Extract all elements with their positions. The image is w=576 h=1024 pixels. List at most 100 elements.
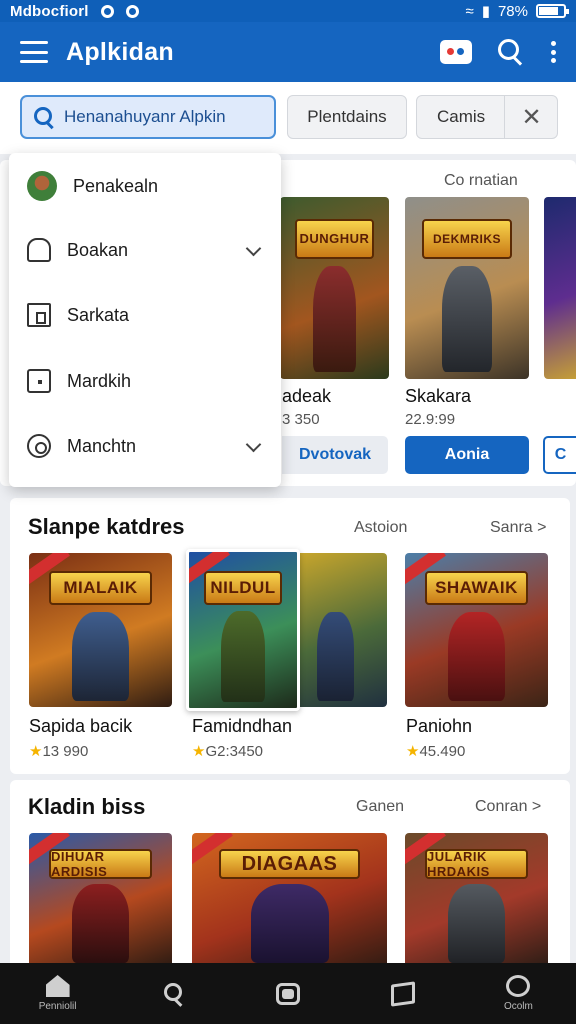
- dropdown-item-library[interactable]: Sarkata: [9, 285, 281, 345]
- battery-percent: 78%: [497, 2, 528, 20]
- avatar-icon: [27, 171, 57, 201]
- game-banner-text: DEKMRIKS: [422, 218, 512, 259]
- rating-value: 45.490: [419, 743, 466, 760]
- section-title: Kladin biss: [28, 794, 146, 819]
- game-banner-text: DIHUAR ARDISIS: [49, 849, 152, 879]
- box-icon: [27, 369, 51, 393]
- close-icon[interactable]: ✕: [504, 95, 558, 139]
- game-rating: ★G2:3450: [192, 742, 263, 760]
- library-icon: [391, 980, 416, 1007]
- star-icon: ★: [29, 743, 43, 760]
- character-art: [317, 611, 355, 701]
- rating-value: 13 990: [42, 743, 89, 760]
- nav-profile[interactable]: Ocolm: [461, 963, 576, 1024]
- game-thumbnail[interactable]: [294, 553, 387, 707]
- nav-home[interactable]: Penniolil: [0, 963, 115, 1024]
- dropdown-item-account[interactable]: Penakealn: [9, 156, 281, 216]
- game-thumbnail[interactable]: [544, 197, 576, 379]
- install-button[interactable]: C: [543, 436, 576, 474]
- game-price: 3 350: [282, 411, 320, 428]
- dropdown-item-settings[interactable]: Manchtn: [9, 416, 281, 476]
- dropdown-item-inbox[interactable]: Mardkih: [9, 351, 281, 411]
- app-bar: Aplkidan: [0, 22, 576, 82]
- chevron-down-icon: [245, 240, 262, 257]
- search-icon: [34, 107, 54, 127]
- section-link[interactable]: Astoion: [354, 519, 407, 537]
- search-query: Henanahuyanr Alpkin: [64, 107, 226, 126]
- nav-search[interactable]: [115, 963, 230, 1024]
- search-input[interactable]: Henanahuyanr Alpkin: [20, 95, 276, 139]
- game-title[interactable]: Famidndhan: [192, 716, 292, 737]
- game-thumbnail[interactable]: DEKMRIKS: [405, 197, 529, 379]
- character-art: [447, 884, 506, 963]
- bag-icon: [27, 303, 51, 327]
- section-link[interactable]: Ganen: [356, 798, 404, 816]
- install-button[interactable]: Dvotovak: [282, 436, 388, 474]
- character-art: [71, 884, 130, 963]
- more-vert-icon[interactable]: [550, 41, 556, 63]
- game-thumbnail[interactable]: DIAGAAS: [192, 833, 387, 968]
- apps-icon: [276, 982, 300, 1005]
- install-button[interactable]: Aoniа: [405, 436, 529, 474]
- search-row: Henanahuyanr Alpkin Plentdains Camis ✕: [0, 82, 576, 154]
- nav-label: Penniolil: [38, 1001, 77, 1012]
- character-art: [71, 611, 130, 701]
- character-art: [250, 884, 329, 963]
- bell-icon: [27, 238, 51, 262]
- dropdown-item-label: Sarkata: [67, 304, 130, 325]
- profile-icon: [506, 975, 531, 997]
- rating-value: G2:3450: [205, 743, 263, 760]
- game-title[interactable]: adeak: [282, 386, 331, 407]
- character-art: [442, 266, 492, 372]
- game-title[interactable]: Skakara: [405, 386, 471, 407]
- section-title: Slanpe katdres: [28, 514, 185, 539]
- game-banner-text: SHAWAIK: [425, 571, 528, 606]
- filter-chip-1[interactable]: Plentdains: [287, 95, 407, 139]
- nav-library[interactable]: [346, 963, 461, 1024]
- star-icon: ★: [192, 743, 206, 760]
- battery-level-fill: [539, 7, 558, 15]
- character-art: [447, 611, 506, 701]
- chevron-down-icon: [245, 436, 262, 453]
- game-thumbnail[interactable]: DUNGHUR: [280, 197, 389, 379]
- carrier-label: Mdbocfiorl: [10, 2, 89, 20]
- character-art: [221, 611, 265, 702]
- app-title: Aplkidan: [66, 37, 174, 66]
- game-banner-text: MIALAIK: [49, 571, 152, 606]
- game-rating: ★13 990: [29, 742, 88, 760]
- chat-icon[interactable]: [440, 40, 472, 64]
- game-banner-text: DUNGHUR: [295, 218, 374, 259]
- star-icon: ★: [406, 743, 420, 760]
- status-bar: Mdbocfiorl ≈ ▮ 78%: [0, 0, 576, 22]
- game-rating: ★45.490: [406, 742, 465, 760]
- game-thumbnail[interactable]: JULARIK HRDAKIS: [405, 833, 548, 968]
- search-icon: [161, 982, 185, 1005]
- see-more-link[interactable]: Conran >: [475, 798, 541, 816]
- nav-apps[interactable]: [230, 963, 345, 1024]
- search-icon[interactable]: [498, 39, 524, 65]
- notification-icon: [100, 4, 114, 18]
- game-title[interactable]: Sapida bacik: [29, 716, 132, 737]
- dropdown-item-notifications[interactable]: Boakan: [9, 220, 281, 280]
- game-thumbnail[interactable]: MIALAIK: [29, 553, 172, 707]
- filter-chip-label: Camis: [437, 107, 486, 126]
- see-more-link[interactable]: Sanra >: [490, 519, 546, 537]
- game-banner-text: NILDUL: [204, 570, 282, 606]
- menu-icon[interactable]: [20, 41, 48, 63]
- signal-icon: ▮: [481, 3, 490, 20]
- dropdown-item-label: Penakealn: [73, 175, 159, 196]
- game-title[interactable]: Paniohn: [406, 716, 472, 737]
- bottom-nav: Penniolil Ocolm: [0, 963, 576, 1024]
- character-art: [312, 266, 357, 372]
- featured-header-link[interactable]: Co rnatian: [444, 172, 518, 190]
- dropdown-item-label: Manchtn: [67, 435, 137, 456]
- game-banner-text: DIAGAAS: [219, 849, 360, 879]
- game-thumbnail[interactable]: DIHUAR ARDISIS: [29, 833, 172, 968]
- dropdown-menu: Penakealn Boakan Sarkata Mardkih Manchtn: [9, 153, 281, 487]
- game-thumbnail[interactable]: SHAWAIK: [405, 553, 548, 707]
- notification-icon: [125, 4, 139, 18]
- game-thumbnail[interactable]: NILDUL: [186, 549, 300, 711]
- game-price: 22.9:99: [405, 411, 456, 428]
- wifi-icon: ≈: [465, 2, 474, 20]
- battery-icon: [536, 4, 569, 18]
